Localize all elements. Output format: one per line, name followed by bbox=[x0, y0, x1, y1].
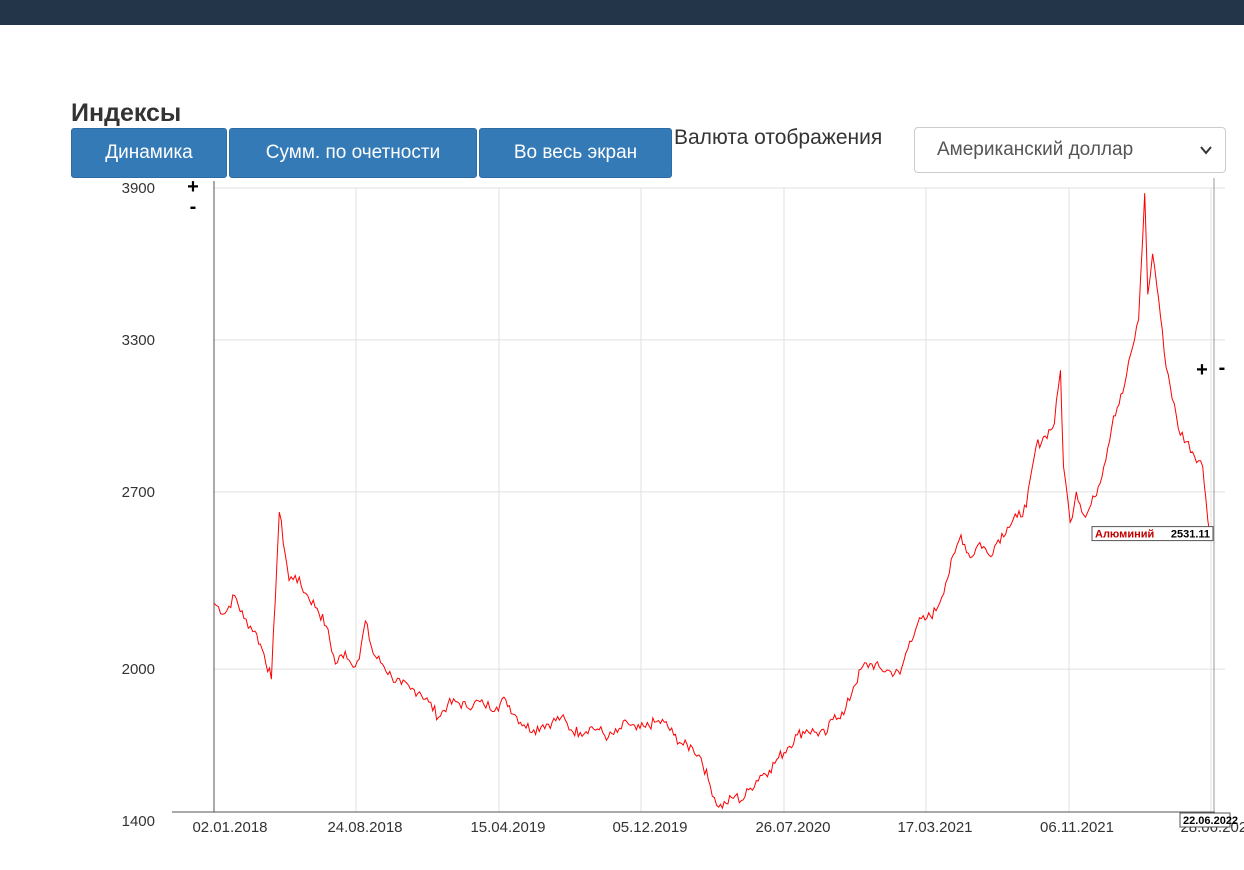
dynamics-button[interactable]: Динамика bbox=[71, 128, 227, 178]
sum-by-priority-button[interactable]: Сумм. по очетности bbox=[229, 128, 477, 178]
x-tick-label: 15.04.2019 bbox=[470, 819, 545, 836]
currency-label: Валюта отображения bbox=[674, 126, 883, 149]
x-tick-label: 05.12.2019 bbox=[612, 819, 687, 836]
y-tick-label: 3900 bbox=[122, 180, 155, 197]
top-navbar bbox=[0, 0, 1244, 25]
fullscreen-button[interactable]: Во весь экран bbox=[479, 128, 672, 178]
y-tick-label: 3300 bbox=[122, 332, 155, 349]
last-value-label: 2531.11 bbox=[1171, 529, 1210, 541]
zoom-in-y-button[interactable]: + bbox=[187, 176, 199, 198]
zoom-in-x-button[interactable]: + bbox=[1196, 359, 1208, 381]
x-tick-label: 24.08.2018 bbox=[327, 819, 402, 836]
index-chart[interactable]: 1400 2000 2700 3300 3900 02.01.2018 24.08.2018… bbox=[0, 176, 1244, 870]
zoom-out-x-button[interactable]: - bbox=[1219, 357, 1226, 379]
y-tick-label: 2000 bbox=[122, 661, 155, 678]
series-name-label: Алюминий bbox=[1095, 529, 1154, 541]
x-tick-label: 17.03.2021 bbox=[897, 819, 972, 836]
page-title: Индексы bbox=[71, 99, 182, 127]
series-line-aluminium bbox=[213, 193, 1211, 810]
currency-select[interactable]: Американский доллар bbox=[914, 127, 1226, 173]
x-tick-label: 26.07.2020 bbox=[755, 819, 830, 836]
last-date-label: 22.06.2022 bbox=[1183, 815, 1238, 827]
zoom-out-y-button[interactable]: - bbox=[190, 196, 197, 218]
chevron-down-icon bbox=[1200, 146, 1212, 155]
x-tick-label: 06.11.2021 bbox=[1040, 819, 1114, 836]
currency-select-value: Американский доллар bbox=[937, 139, 1134, 160]
y-tick-label: 2700 bbox=[122, 484, 155, 501]
x-tick-label: 02.01.2018 bbox=[192, 819, 267, 836]
y-tick-label: 1400 bbox=[122, 813, 155, 830]
